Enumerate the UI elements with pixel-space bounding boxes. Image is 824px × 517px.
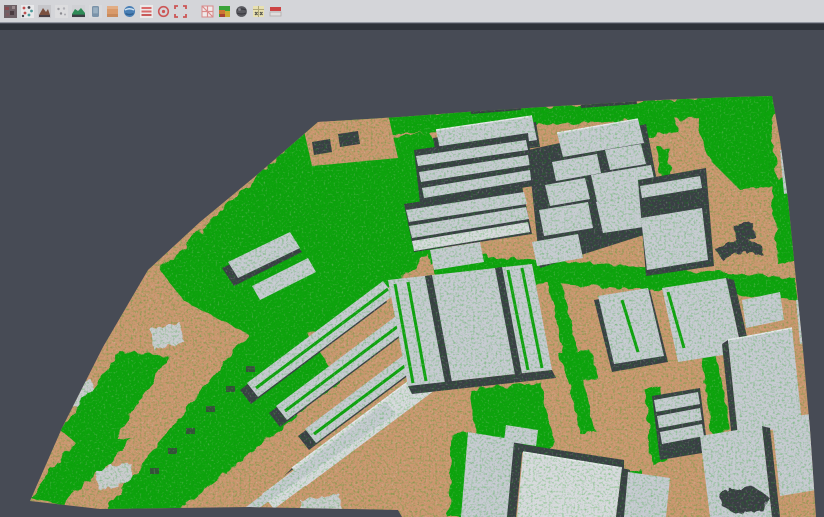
grid-mesh-icon[interactable] — [199, 3, 215, 20]
toolbar-separator — [189, 3, 199, 20]
attribute-list-icon[interactable] — [138, 3, 154, 20]
cross-section-profile-icon[interactable] — [87, 3, 103, 20]
scene-3d-pointcloud[interactable] — [0, 30, 824, 517]
classified-points-icon[interactable] — [19, 3, 35, 20]
globe-3d-icon[interactable] — [121, 3, 137, 20]
sparse-points-icon[interactable] — [53, 3, 69, 20]
table-delete-icon[interactable] — [250, 3, 266, 20]
viewport-3d[interactable] — [0, 30, 824, 517]
terrain-model-icon[interactable] — [70, 3, 86, 20]
orthophoto-icon[interactable] — [104, 3, 120, 20]
tin-surface-icon[interactable] — [36, 3, 52, 20]
speckle-dark — [0, 80, 824, 517]
sphere-view-icon[interactable] — [233, 3, 249, 20]
toolbar — [0, 0, 824, 23]
terrain-mesh — [0, 80, 824, 517]
target-circle-icon[interactable] — [155, 3, 171, 20]
classification-map-icon[interactable] — [216, 3, 232, 20]
point-cloud-render-icon[interactable] — [2, 3, 18, 20]
layer-stack-icon[interactable] — [267, 3, 283, 20]
zoom-selection-icon[interactable] — [172, 3, 188, 20]
